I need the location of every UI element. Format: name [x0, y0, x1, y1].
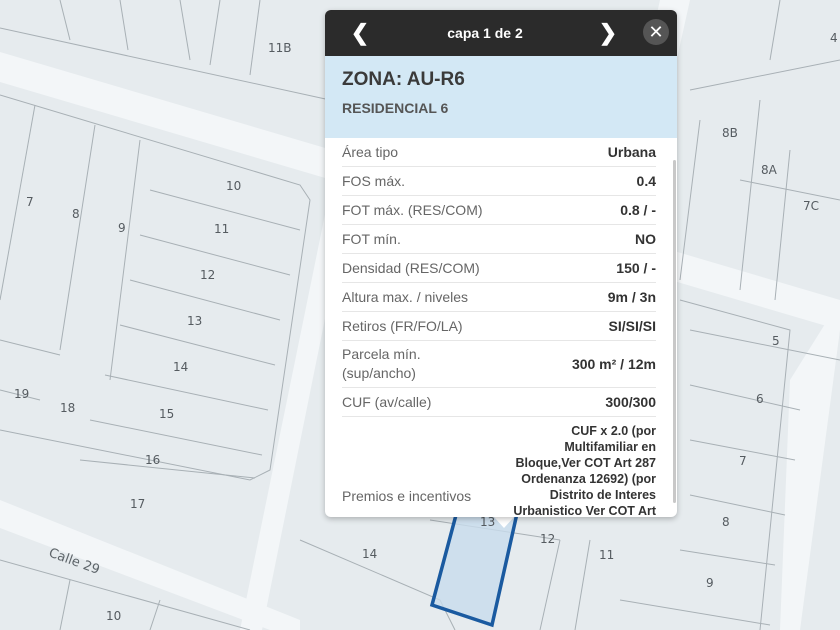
popup-header: ❮ capa 1 de 2 ❯ ✕ [325, 10, 677, 56]
attribute-row: Altura max. / niveles 9m / 3n [342, 283, 656, 312]
lot-label: 15 [159, 407, 174, 421]
lot-label: 5 [772, 334, 780, 348]
attribute-value: 0.4 [636, 173, 656, 189]
lot-label: 14 [173, 360, 188, 374]
lot-label: 10 [226, 179, 241, 193]
lot-label: 12 [540, 532, 555, 546]
attribute-value: Urbana [607, 144, 656, 160]
zone-title: ZONA: AU-R6 [342, 69, 465, 90]
attribute-key: Retiros (FR/FO/LA) [342, 318, 463, 334]
attribute-row: CUF (av/calle) 300/300 [342, 388, 656, 417]
lot-label: 8B [722, 126, 738, 140]
lot-label: 10 [106, 609, 121, 623]
attribute-value: 150 / - [616, 260, 656, 276]
attribute-row: Densidad (RES/COM) 150 / - [342, 254, 656, 283]
attribute-value: 0.8 / - [620, 202, 656, 218]
attribute-value: 9m / 3n [607, 289, 656, 305]
attribute-key: Premios e incentivos [342, 487, 472, 504]
lot-label: 13 [187, 314, 202, 328]
lot-label: 8A [761, 163, 778, 177]
lot-label: 11B [268, 41, 292, 55]
attribute-key: FOT máx. (RES/COM) [342, 202, 483, 218]
popup-scrollbar[interactable] [673, 160, 676, 503]
lot-label: 12 [200, 268, 215, 282]
attribute-row: FOT máx. (RES/COM) 0.8 / - [342, 196, 656, 225]
attribute-key: Altura max. / niveles [342, 289, 469, 305]
attribute-value: 300 m² / 12m [571, 356, 656, 372]
feature-info-popup: ❮ capa 1 de 2 ❯ ✕ ZONA: AU-R6 RESIDENCIA… [325, 10, 677, 517]
lot-label: 11 [599, 548, 614, 562]
lot-label: 9 [118, 221, 126, 235]
attribute-key: FOT mín. [342, 231, 401, 247]
attribute-row: Parcela mín. (sup/ancho) 300 m² / 12m [342, 341, 656, 388]
layer-counter: capa 1 de 2 [447, 25, 523, 41]
next-layer-button[interactable]: ❯ [593, 18, 623, 48]
popup-pointer [494, 517, 514, 528]
attribute-row: Premios e incentivos CUF x 2.0 (por Mult… [342, 417, 656, 517]
lot-label: 6 [756, 392, 764, 406]
lot-label: 19 [14, 387, 29, 401]
attribute-value: CUF x 2.0 (por Multifamiliar en Bloque,V… [513, 424, 656, 517]
attribute-value: SI/SI/SI [608, 318, 656, 334]
zone-subtitle: RESIDENCIAL 6 [342, 100, 449, 116]
zone-header: ZONA: AU-R6 RESIDENCIAL 6 [325, 56, 677, 138]
attribute-key: CUF (av/calle) [342, 394, 432, 410]
attribute-row: Área tipo Urbana [342, 138, 656, 167]
lot-label: 16 [145, 453, 160, 467]
lot-label: 4 [830, 31, 838, 45]
attribute-key: FOS máx. [342, 173, 406, 189]
attribute-row: FOS máx. 0.4 [342, 167, 656, 196]
attribute-list[interactable]: Área tipo Urbana FOS máx. 0.4 FOT máx. (… [325, 138, 677, 517]
lot-label: 14 [362, 547, 377, 561]
lot-label: 7 [739, 454, 747, 468]
lot-label: 7 [26, 195, 34, 209]
lot-label: 9 [706, 576, 714, 590]
attribute-row: Retiros (FR/FO/LA) SI/SI/SI [342, 312, 656, 341]
attribute-row: FOT mín. NO [342, 225, 656, 254]
attribute-key: Densidad (RES/COM) [342, 260, 480, 276]
lot-label: 18 [60, 401, 75, 415]
attribute-value: 300/300 [605, 394, 656, 410]
attribute-key: Área tipo [342, 144, 399, 160]
lot-label: 8 [722, 515, 730, 529]
lot-label: 11 [214, 222, 229, 236]
previous-layer-button[interactable]: ❮ [345, 18, 375, 48]
lot-label: 17 [130, 497, 145, 511]
lot-label: 8 [72, 207, 80, 221]
close-icon[interactable]: ✕ [643, 19, 669, 45]
attribute-value: NO [635, 231, 656, 247]
attribute-key: Parcela mín. (sup/ancho) [342, 346, 421, 381]
lot-label: 7C [803, 199, 819, 213]
lot-label: 13 [480, 515, 495, 529]
